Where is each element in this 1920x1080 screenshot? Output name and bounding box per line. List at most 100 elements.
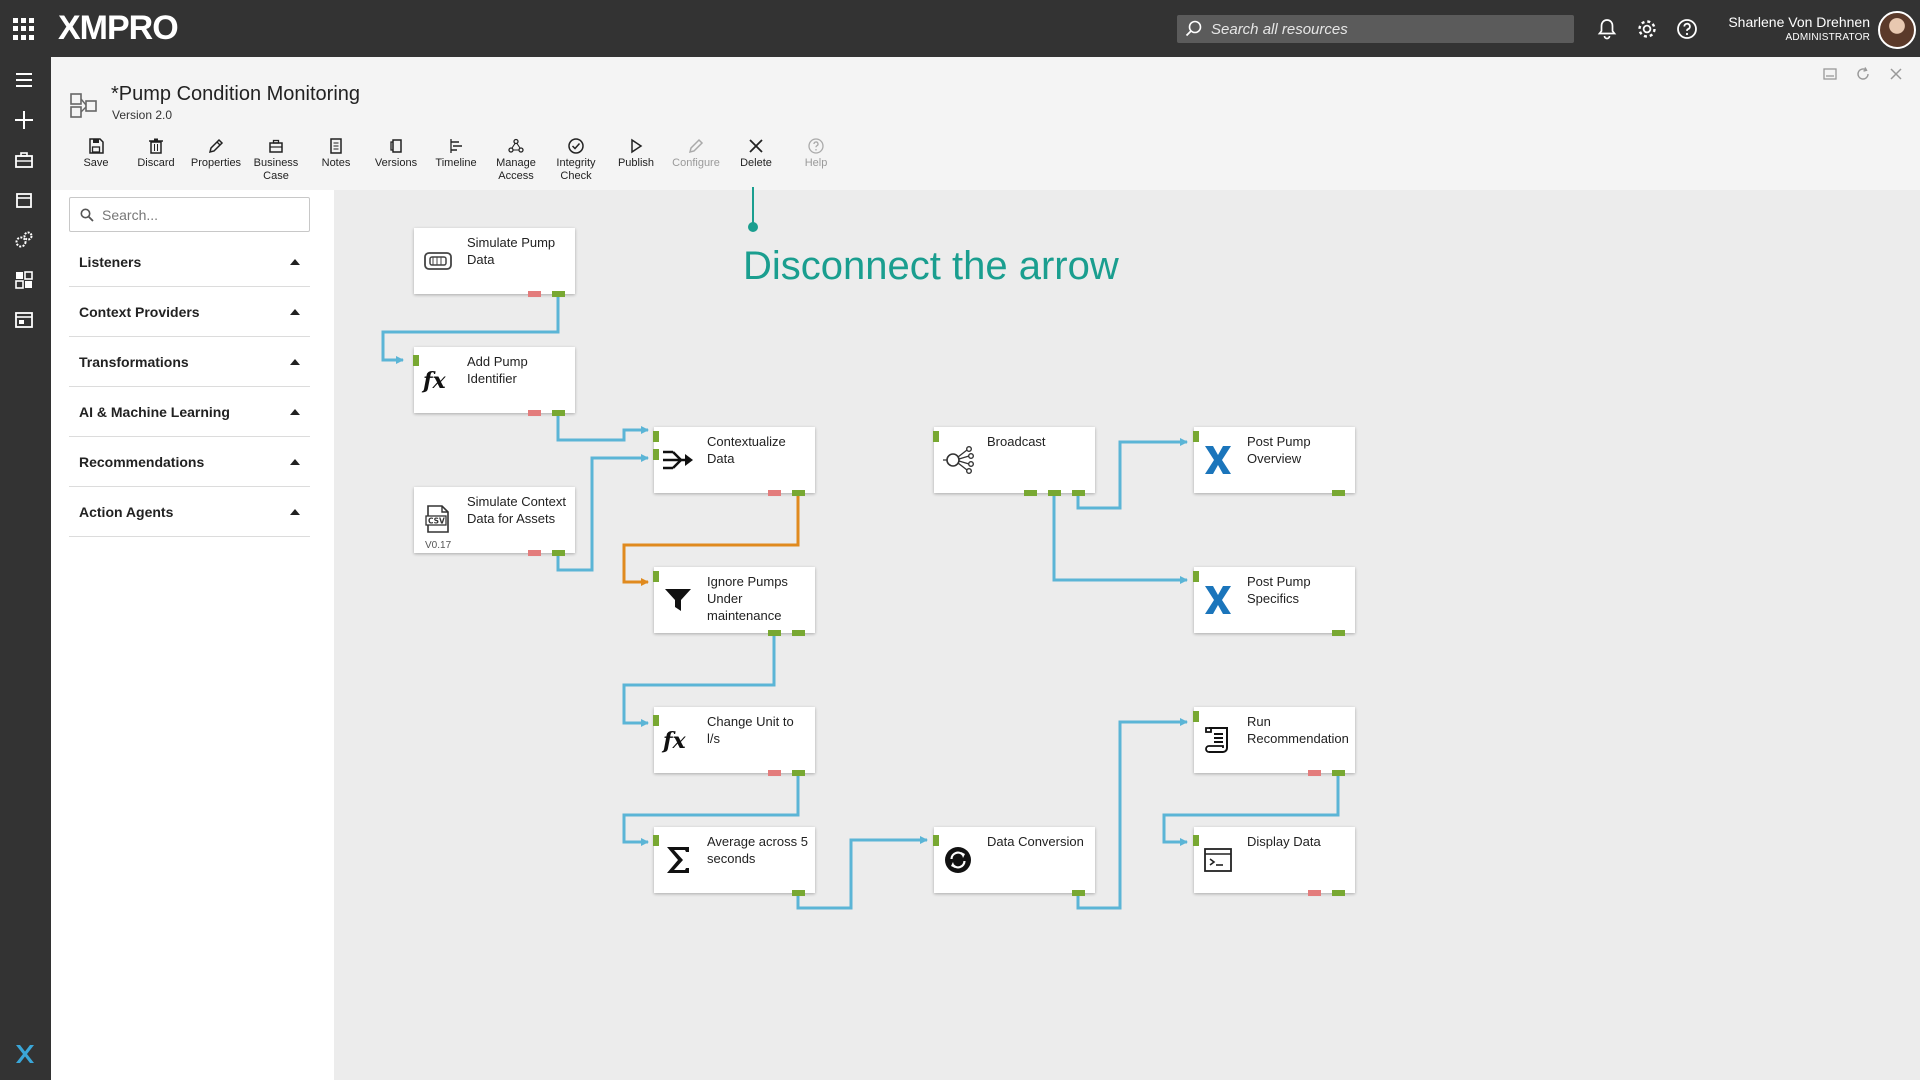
node-ignore-pumps[interactable]: Ignore Pumps Under maintenance [653,567,815,636]
node-label: Run Recommendation [1247,714,1349,746]
xmpro-action-icon [1205,446,1231,474]
refresh-icon[interactable] [1854,65,1872,83]
xmpro-brand-icon[interactable] [13,1042,37,1066]
error-output-port[interactable] [1308,890,1321,896]
node-data-conversion[interactable]: Data Conversion [933,827,1095,896]
connector-add-to-contextualize[interactable] [556,410,649,442]
node-run-recommendation[interactable]: Run Recommendation [1193,707,1355,776]
node-simulate-pump-data[interactable]: Simulate Pump Data [414,228,575,297]
node-label: Add Pump Identifier [467,354,528,386]
category-listeners[interactable]: Listeners [69,237,310,287]
manage-access-button[interactable]: Manage Access [486,137,546,189]
node-display-data[interactable]: Display Data [1193,827,1355,896]
csv-file-icon: CSV [425,505,449,533]
success-output-port[interactable] [552,550,565,556]
business-case-button[interactable]: Business Case [246,137,306,189]
error-output-port[interactable] [528,291,541,297]
node-label: Display Data [1247,834,1321,849]
help-icon[interactable] [1675,17,1699,41]
node-label: Simulate Pump Data [467,235,556,267]
svg-text:fx: fx [421,368,446,393]
configure-label: Configure [672,157,720,169]
success-output-port[interactable] [768,630,781,636]
connector-average-to-conversion[interactable] [796,836,928,910]
success-output-port[interactable] [1332,630,1345,636]
success-output-port[interactable] [1072,490,1085,496]
xmpro-logo[interactable]: XMPRO [58,10,179,46]
add-icon[interactable] [13,109,35,131]
configure-button[interactable]: Configure [666,137,726,189]
node-post-pump-overview[interactable]: Post Pump Overview [1193,427,1355,496]
category-ai-machine-learning[interactable]: AI & Machine Learning [69,387,310,437]
menu-icon[interactable] [13,69,35,91]
success-output-port[interactable] [1332,770,1345,776]
avatar[interactable] [1878,11,1916,49]
error-output-port[interactable] [768,490,781,496]
user-name[interactable]: Sharlene Von Drehnen [1728,14,1870,30]
properties-label: Properties [190,157,242,169]
delete-button[interactable]: Delete [726,137,786,189]
discard-button[interactable]: Discard [126,137,186,189]
toolbox-search-input[interactable] [102,206,292,223]
simulator-icon [424,252,452,270]
category-transformations[interactable]: Transformations [69,337,310,387]
error-output-port[interactable] [768,770,781,776]
success-output-port[interactable] [1332,490,1345,496]
svg-text:CSV: CSV [428,517,445,526]
terminal-icon [1204,848,1232,872]
versions-button[interactable]: Versions [366,137,426,189]
success-output-port[interactable] [792,890,805,896]
node-broadcast[interactable]: Broadcast [933,427,1095,496]
minimize-icon[interactable] [1821,65,1839,83]
success-output-port[interactable] [792,770,805,776]
integrity-check-button[interactable]: Integrity Check [546,137,606,189]
manage-access-label: Manage Access [496,157,536,182]
publish-button[interactable]: Publish [606,137,666,189]
app-window-icon[interactable] [13,309,35,331]
bell-icon[interactable] [1595,17,1619,41]
gear-icon[interactable] [1635,17,1659,41]
save-button[interactable]: Save [66,137,126,189]
node-label: Data Conversion [987,834,1084,849]
app-launcher-icon[interactable] [13,18,35,40]
toolbox-search[interactable] [69,197,310,232]
error-output-port[interactable] [528,410,541,416]
node-simulate-context-data[interactable]: CSV V0.17 Simulate Context Data for Asse… [414,487,575,556]
flow-canvas[interactable]: Simulate Pump Data fx Add Pump Identifie… [334,190,1920,1080]
node-post-pump-specifics[interactable]: Post Pump Specifics [1193,567,1355,636]
success-output-port[interactable] [552,410,565,416]
category-context-providers[interactable]: Context Providers [69,287,310,337]
business-case-label: Business Case [253,157,299,182]
node-average[interactable]: Average across 5 seconds [653,827,815,896]
caret-up-icon [290,258,300,265]
error-output-port[interactable] [528,550,541,556]
success-output-port[interactable] [1048,490,1061,496]
play-icon [631,138,643,154]
success-output-port[interactable] [552,291,565,297]
success-output-port[interactable] [1332,890,1345,896]
timeline-button[interactable]: Timeline [426,137,486,189]
properties-button[interactable]: Properties [186,137,246,189]
node-add-pump-identifier[interactable]: fx Add Pump Identifier [413,347,575,416]
category-action-agents[interactable]: Action Agents [69,487,310,537]
close-icon[interactable] [1887,65,1905,83]
node-version: V0.17 [425,540,452,551]
briefcase-icon[interactable] [13,149,35,171]
node-contextualize-data[interactable]: Contextualize Data [653,427,815,496]
save-icon [89,138,104,154]
success-output-port[interactable] [1024,490,1037,496]
dashboard-icon[interactable] [13,269,35,291]
global-search-input[interactable]: Search all resources [1177,15,1574,43]
node-change-unit[interactable]: fx Change Unit to l/s [653,707,815,776]
success-output-port[interactable] [792,490,805,496]
success-output-port[interactable] [1072,890,1085,896]
calendar-icon[interactable] [13,189,35,211]
notes-button[interactable]: Notes [306,137,366,189]
help-button[interactable]: Help [786,137,846,189]
broadcast-icon [943,446,975,475]
delete-label: Delete [740,157,772,169]
gears-icon[interactable] [13,229,35,251]
success-output-port[interactable] [792,630,805,636]
error-output-port[interactable] [1308,770,1321,776]
category-recommendations[interactable]: Recommendations [69,437,310,487]
